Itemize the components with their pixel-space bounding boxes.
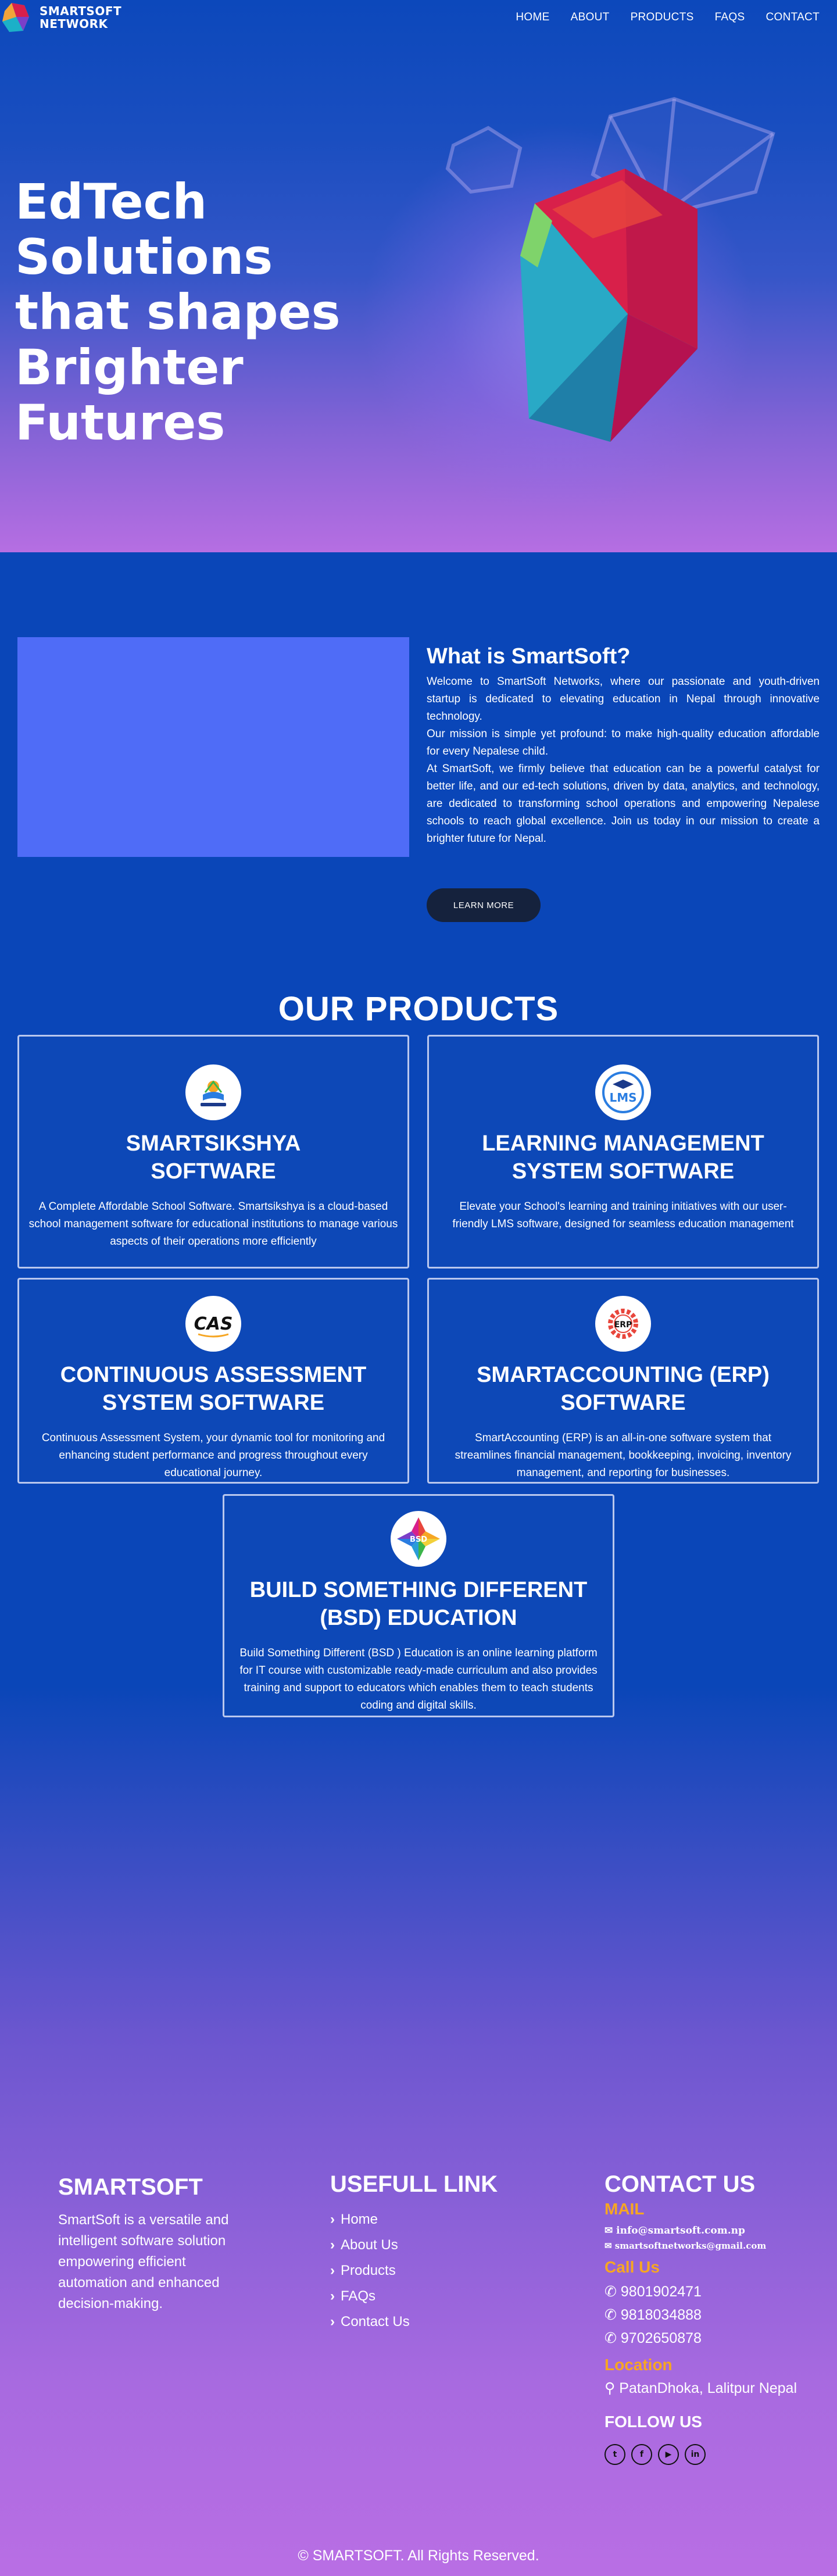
phone-icon: ✆: [604, 2330, 621, 2346]
map-pin-icon: ⚲: [604, 2380, 620, 2396]
twitter-icon[interactable]: t: [604, 2444, 625, 2465]
svg-text:ERP: ERP: [614, 1320, 632, 1330]
envelope-icon: ✉: [604, 2225, 617, 2236]
facebook-icon[interactable]: f: [631, 2444, 652, 2465]
chevron-right-icon: ›: [330, 2288, 335, 2304]
product-title: CONTINUOUS ASSESSMENT SYSTEM SOFTWARE: [60, 1363, 367, 1415]
phone-1[interactable]: ✆ 9801902471: [604, 2280, 820, 2303]
footer-link-label: Home: [341, 2211, 378, 2227]
linkedin-icon[interactable]: in: [685, 2444, 706, 2465]
footer-link-label: FAQs: [341, 2288, 376, 2304]
phone-text: 9801902471: [620, 2284, 702, 2300]
location: ⚲ PatanDhoka, Lalitpur Nepal: [604, 2378, 820, 2399]
chevron-right-icon: ›: [330, 2263, 335, 2278]
svg-text:LMS: LMS: [609, 1091, 636, 1105]
footer-link-about[interactable]: › About Us: [330, 2232, 516, 2258]
about-paragraph-2: Our mission is simple yet profound: to m…: [427, 728, 820, 758]
email-2-text: smartsoftnetworks@gmail.com: [614, 2241, 767, 2251]
footer-contact: CONTACT US MAIL ✉ info@smartsoft.com.np …: [604, 2171, 820, 2465]
product-title: BUILD SOMETHING DIFFERENT (BSD) EDUCATIO…: [249, 1578, 588, 1630]
footer-link-products[interactable]: › Products: [330, 2258, 516, 2284]
product-card-erp[interactable]: ERP SMARTACCOUNTING (ERP) SOFTWARE Smart…: [427, 1278, 819, 1484]
lms-logo-icon: LMS: [595, 1064, 651, 1120]
nav-faqs[interactable]: FAQS: [715, 11, 745, 24]
footer-link-faqs[interactable]: › FAQs: [330, 2284, 516, 2309]
email-2[interactable]: ✉ smartsoftnetworks@gmail.com: [604, 2239, 820, 2252]
erp-logo-icon: ERP: [595, 1296, 651, 1352]
product-description: A Complete Affordable School Software. S…: [28, 1201, 398, 1248]
phone-text: 9702650878: [620, 2330, 702, 2346]
brand-logo[interactable]: SMARTSOFT NETWORK: [0, 0, 121, 35]
mail-label: MAIL: [604, 2200, 645, 2218]
hero-geometric-illustration: [445, 97, 775, 442]
footer-link-label: Products: [341, 2263, 396, 2278]
footer-links-title: USEFULL LINK: [330, 2171, 498, 2197]
product-title: LEARNING MANAGEMENT SYSTEM SOFTWARE: [482, 1131, 764, 1184]
site-header: SMARTSOFT NETWORK HOME ABOUT PRODUCTS FA…: [0, 0, 837, 70]
footer-link-contact[interactable]: › Contact Us: [330, 2309, 516, 2335]
product-title: SMARTACCOUNTING (ERP) SOFTWARE: [477, 1363, 770, 1415]
products-title: OUR PRODUCTS: [278, 990, 559, 1028]
product-description: Elevate your School's learning and train…: [452, 1201, 794, 1230]
about-title: What is SmartSoft?: [427, 644, 631, 669]
chevron-right-icon: ›: [330, 2211, 335, 2227]
product-title: SMARTSIKSHYA SOFTWARE: [126, 1131, 301, 1184]
svg-text:CAS: CAS: [194, 1314, 233, 1334]
product-description: Build Something Different (BSD ) Educati…: [239, 1647, 598, 1712]
footer-links: USEFULL LINK › Home › About Us › Products ›…: [330, 2171, 516, 2335]
location-label: Location: [604, 2356, 673, 2374]
footer-about: SMARTSOFT SmartSoft is a versatile and i…: [58, 2174, 233, 2314]
phone-2[interactable]: ✆ 9818034888: [604, 2303, 820, 2327]
envelope-icon: ✉: [604, 2241, 615, 2251]
hero-section: EdTech Solutions that shapes Brighter Fu…: [0, 0, 837, 552]
phone-3[interactable]: ✆ 9702650878: [604, 2327, 820, 2350]
location-text: PatanDhoka, Lalitpur Nepal: [619, 2380, 797, 2396]
copyright: © SMARTSOFT. All Rights Reserved.: [298, 2548, 539, 2564]
cas-logo-icon: CAS: [185, 1296, 241, 1352]
main-nav: HOME ABOUT PRODUCTS FAQS CONTACT: [516, 11, 820, 24]
email-1[interactable]: ✉ info@smartsoft.com.np: [604, 2222, 820, 2239]
svg-text:BSD: BSD: [410, 1535, 427, 1544]
phone-icon: ✆: [604, 2284, 621, 2300]
youtube-icon[interactable]: ▶: [658, 2444, 679, 2465]
about-paragraph-3: At SmartSoft, we firmly believe that edu…: [427, 763, 820, 845]
nav-about[interactable]: ABOUT: [571, 11, 610, 24]
nav-products[interactable]: PRODUCTS: [631, 11, 694, 24]
phone-text: 9818034888: [620, 2307, 702, 2323]
footer-contact-title: CONTACT US: [604, 2171, 756, 2197]
footer-link-label: Contact Us: [341, 2314, 410, 2330]
call-label: Call Us: [604, 2258, 660, 2276]
learn-more-button[interactable]: LEARN MORE: [427, 888, 541, 922]
brand-name-line2: NETWORK: [40, 17, 108, 31]
nav-contact[interactable]: CONTACT: [766, 11, 820, 24]
chevron-right-icon: ›: [330, 2314, 335, 2330]
product-card-lms[interactable]: LMS LEARNING MANAGEMENT SYSTEM SOFTWARE …: [427, 1035, 819, 1269]
product-card-bsd[interactable]: BSD BUILD SOMETHING DIFFERENT (BSD) EDUC…: [223, 1494, 614, 1717]
phone-icon: ✆: [604, 2307, 621, 2323]
bsd-logo-icon: BSD: [391, 1511, 446, 1567]
smartsikshya-logo-icon: [185, 1064, 241, 1120]
chevron-right-icon: ›: [330, 2237, 335, 2253]
about-paragraph-1: Welcome to SmartSoft Networks, where our…: [427, 676, 820, 723]
product-card-cas[interactable]: CAS CONTINUOUS ASSESSMENT SYSTEM SOFTWAR…: [17, 1278, 409, 1484]
footer-about-title: SMARTSOFT: [58, 2174, 203, 2200]
about-image-placeholder: [17, 637, 409, 857]
email-1-text: info@smartsoft.com.np: [616, 2225, 745, 2236]
follow-us-title: FOLLOW US: [604, 2413, 702, 2431]
footer-about-text: SmartSoft is a versatile and intelligent…: [58, 2212, 229, 2311]
product-card-smartsikshya[interactable]: SMARTSIKSHYA SOFTWARE A Complete Afforda…: [17, 1035, 409, 1269]
footer-link-label: About Us: [341, 2237, 398, 2253]
product-description: SmartAccounting (ERP) is an all-in-one s…: [455, 1432, 792, 1479]
footer-link-home[interactable]: › Home: [330, 2207, 516, 2232]
hero-title: EdTech Solutions that shapes Brighter Fu…: [15, 173, 341, 451]
brand-name-line1: SMARTSOFT: [40, 4, 122, 18]
logo-gem-icon: [2, 3, 29, 32]
nav-home[interactable]: HOME: [516, 11, 549, 24]
social-links: t f ▶ in: [604, 2444, 820, 2465]
about-text: Welcome to SmartSoft Networks, where our…: [427, 673, 820, 848]
product-description: Continuous Assessment System, your dynam…: [41, 1432, 385, 1479]
